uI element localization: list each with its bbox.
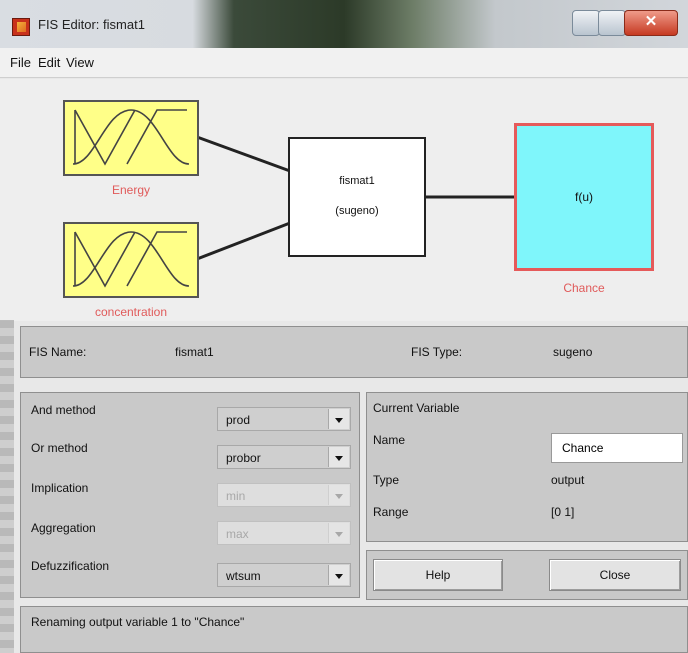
chevron-down-icon [328,485,349,505]
chevron-down-icon[interactable] [328,565,349,585]
title-bar: FIS Editor: fismat1 ✕ [0,0,688,48]
variable-type-label: Type [373,473,400,487]
menu-view[interactable]: View [66,55,94,70]
membership-functions-icon [72,109,190,166]
fis-type-value: sugeno [553,345,593,359]
or-method-label: Or method [31,441,88,455]
matlab-icon [12,18,30,36]
input-concentration-label: concentration [94,305,168,319]
chevron-down-icon [328,523,349,543]
and-method-label: And method [31,403,96,417]
aggregation-label: Aggregation [31,521,96,535]
status-message: Renaming output variable 1 to "Chance" [31,615,245,629]
or-method-value: probor [226,451,261,465]
window-controls: ✕ [572,10,682,36]
aggregation-value: max [226,527,249,541]
variable-range-label: Range [373,505,409,519]
menu-file[interactable]: File [10,55,31,70]
output-function-text: f(u) [575,190,593,204]
current-variable-heading: Current Variable [373,401,460,415]
fis-diagram: Energy concentration fismat1 (sugeno) f(… [0,79,688,321]
button-panel: Help Close [366,550,688,600]
menu-bar: File Edit View [0,48,688,78]
membership-functions-icon [72,231,190,288]
status-bar: Renaming output variable 1 to "Chance" [20,606,688,653]
and-method-select[interactable]: prod [217,407,351,431]
window-edge [0,320,14,653]
help-button[interactable]: Help [373,559,503,591]
variable-range-value: [0 1] [551,505,575,519]
and-method-value: prod [226,413,251,427]
fis-info-panel: FIS Name: fismat1 FIS Type: sugeno [20,326,688,378]
menu-edit[interactable]: Edit [38,55,60,70]
variable-name-label: Name [373,433,406,447]
variable-type-value: output [551,473,585,487]
defuzzification-value: wtsum [226,569,261,583]
chevron-down-icon[interactable] [328,447,349,467]
implication-select: min [217,483,351,507]
fis-box-type: (sugeno) [335,205,379,217]
defuzzification-label: Defuzzification [31,559,110,573]
input-energy-box[interactable] [63,100,199,176]
output-chance-box[interactable]: f(u) [514,123,654,271]
window-close-button[interactable]: ✕ [624,10,678,36]
defuzzification-select[interactable]: wtsum [217,563,351,587]
fis-name-value: fismat1 [175,345,214,359]
window-title: FIS Editor: fismat1 [38,17,145,32]
input-concentration-box[interactable] [63,222,199,298]
close-button[interactable]: Close [549,559,681,591]
maximize-button[interactable] [598,10,626,36]
aggregation-select: max [217,521,351,545]
implication-label: Implication [31,481,89,495]
fis-system-box[interactable]: fismat1 (sugeno) [288,137,426,257]
fis-name-label: FIS Name: [29,345,87,359]
or-method-select[interactable]: probor [217,445,351,469]
methods-panel: And method prod Or method probor Implica… [20,392,360,598]
current-variable-panel: Current Variable Name Type output Range … [366,392,688,542]
fis-type-label: FIS Type: [411,345,463,359]
implication-value: min [226,489,246,503]
output-chance-label: Chance [563,281,605,295]
fis-box-name: fismat1 [339,175,375,187]
variable-name-input[interactable] [551,433,683,463]
chevron-down-icon[interactable] [328,409,349,429]
input-energy-label: Energy [111,183,151,197]
minimize-button[interactable] [572,10,600,36]
